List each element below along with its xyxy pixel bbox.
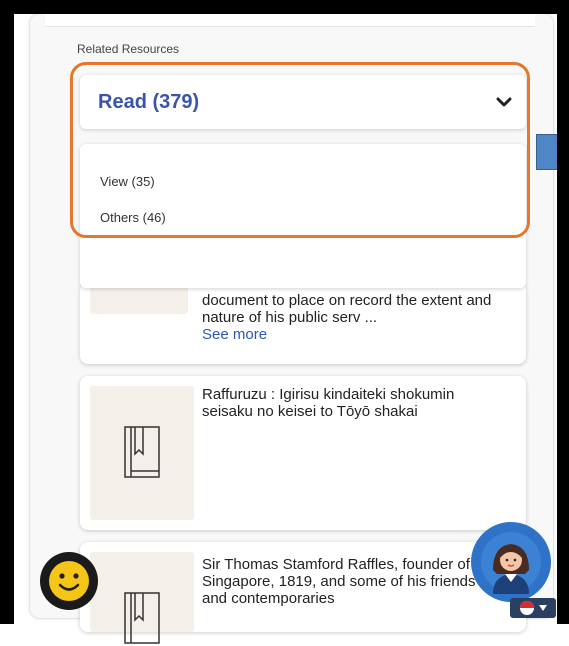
language-selector[interactable]: [510, 598, 556, 618]
resource-thumbnail: [90, 386, 194, 520]
menu-item-others[interactable]: Others (46): [100, 210, 166, 225]
window-frame-right: [557, 0, 569, 624]
feedback-button[interactable]: [40, 552, 98, 610]
book-icon: [124, 426, 160, 478]
chevron-down-icon[interactable]: [494, 92, 514, 112]
language-icon: [520, 601, 534, 615]
resource-type-select[interactable]: Read (379): [80, 75, 526, 129]
panel-header-strip: [45, 14, 535, 27]
resource-title[interactable]: Sir Thomas Stamford Raffles, founder of …: [202, 556, 502, 607]
resource-card[interactable]: Raffuruzu : Igirisu kindaiteki shokumin …: [80, 376, 526, 530]
resource-description-text: document to place on record the extent a…: [202, 292, 492, 326]
smiley-face-icon: [49, 561, 89, 601]
menu-item-view[interactable]: View (35): [100, 174, 155, 189]
chevron-down-icon: [539, 605, 547, 611]
window-frame-left: [0, 0, 14, 624]
window-frame-top: [0, 0, 569, 14]
resource-title[interactable]: Raffuruzu : Igirisu kindaiteki shokumin …: [202, 386, 502, 420]
see-more-link[interactable]: See more: [202, 326, 267, 343]
selected-resource-type: Read (379): [98, 90, 200, 113]
resource-description: document to place on record the extent a…: [202, 292, 502, 343]
resource-card[interactable]: Sir Thomas Stamford Raffles, founder of …: [80, 542, 526, 644]
assistant-chat-button[interactable]: [471, 522, 551, 602]
assistant-avatar-icon: [481, 532, 541, 594]
resource-thumbnail: [90, 552, 194, 644]
section-label: Related Resources: [77, 42, 180, 56]
resource-thumbnail: [90, 284, 188, 314]
resource-card[interactable]: document to place on record the extent a…: [80, 282, 526, 364]
book-icon: [124, 592, 160, 644]
resource-type-menu: View (35) Others (46): [80, 144, 526, 288]
